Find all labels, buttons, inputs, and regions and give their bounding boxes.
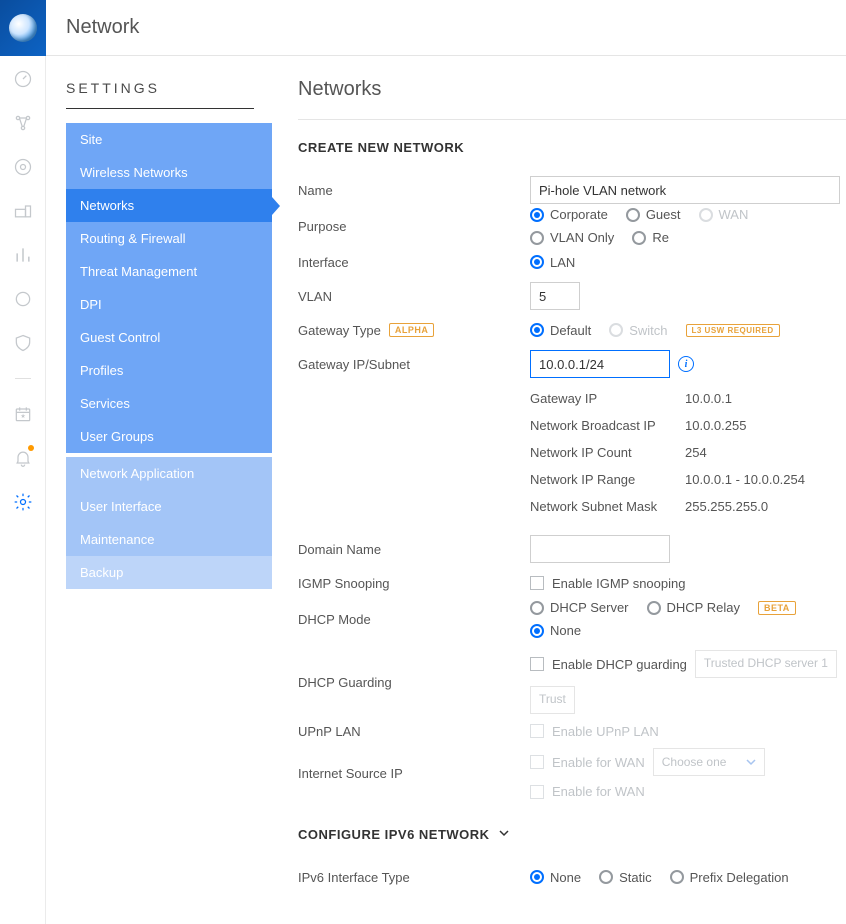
content-title: Networks (298, 78, 846, 120)
events-icon[interactable]: ★ (12, 403, 34, 425)
info-count-value: 254 (685, 445, 707, 460)
radio-purpose-corporate[interactable]: Corporate (530, 207, 608, 222)
checkbox-isrc-wan2: Enable for WAN (530, 784, 645, 799)
radio-dhcp-none[interactable]: None (530, 623, 581, 638)
chevron-down-icon (746, 757, 756, 767)
info-mask-value: 255.255.255.0 (685, 499, 768, 514)
radio-dhcp-server[interactable]: DHCP Server (530, 600, 629, 615)
sidebar-item-ui[interactable]: User Interface (66, 490, 272, 523)
label-domain: Domain Name (298, 542, 530, 557)
label-ipv6-type: IPv6 Interface Type (298, 870, 530, 885)
radio-purpose-wan: WAN (699, 207, 749, 222)
devices-icon[interactable] (12, 156, 34, 178)
checkbox-igmp[interactable]: Enable IGMP snooping (530, 576, 685, 591)
chevron-down-icon (498, 827, 510, 842)
settings-icon[interactable] (12, 491, 34, 513)
settings-heading: SETTINGS (66, 80, 254, 109)
radio-ipv6-prefix[interactable]: Prefix Delegation (670, 870, 789, 885)
info-gwip-value: 10.0.0.1 (685, 391, 732, 406)
radio-purpose-guest[interactable]: Guest (626, 207, 681, 222)
dashboard-icon[interactable] (12, 68, 34, 90)
sidebar-item-site[interactable]: Site (66, 123, 272, 156)
checkbox-dhcp-guarding[interactable]: Enable DHCP guarding (530, 657, 687, 672)
label-internet-source: Internet Source IP (298, 766, 530, 781)
sidebar-item-profiles[interactable]: Profiles (66, 354, 272, 387)
info-mask-label: Network Subnet Mask (530, 499, 685, 514)
radio-interface-lan[interactable]: LAN (530, 255, 575, 270)
section-ipv6[interactable]: CONFIGURE IPV6 NETWORK (298, 827, 846, 842)
sidebar-item-threat[interactable]: Threat Management (66, 255, 272, 288)
info-icon[interactable]: i (678, 356, 694, 372)
info-broadcast-label: Network Broadcast IP (530, 418, 685, 433)
info-count-label: Network IP Count (530, 445, 685, 460)
rail-separator (15, 378, 31, 379)
sidebar-item-backup[interactable]: Backup (66, 556, 272, 589)
sidebar-item-guest[interactable]: Guest Control (66, 321, 272, 354)
gateway-subnet-input[interactable] (530, 350, 670, 378)
label-dhcp-guarding: DHCP Guarding (298, 675, 530, 690)
logo-icon (9, 14, 37, 42)
label-dhcp-mode: DHCP Mode (298, 612, 530, 627)
label-purpose: Purpose (298, 219, 530, 234)
icon-rail: ★ (0, 56, 46, 924)
security-icon[interactable] (12, 332, 34, 354)
label-name: Name (298, 183, 530, 198)
checkbox-upnp: Enable UPnP LAN (530, 724, 659, 739)
sidebar-item-routing[interactable]: Routing & Firewall (66, 222, 272, 255)
settings-sidebar: SETTINGS Site Wireless Networks Networks… (46, 56, 272, 924)
topology-icon[interactable] (12, 112, 34, 134)
isrc-select: Choose one (653, 748, 766, 776)
content-area: Networks CREATE NEW NETWORK Name Purpose… (272, 56, 846, 924)
radio-ipv6-static[interactable]: Static (599, 870, 652, 885)
section-create-network: CREATE NEW NETWORK (298, 140, 846, 155)
radio-gw-switch: Switch (609, 323, 667, 338)
trusted-dhcp-input-2: Trust (530, 686, 575, 714)
usw-required-tag: L3 USW REQUIRED (686, 324, 780, 337)
settings-nav: Site Wireless Networks Networks Routing … (66, 123, 272, 589)
checkbox-isrc-wan: Enable for WAN (530, 755, 645, 770)
alert-badge (28, 445, 34, 451)
label-gateway-subnet: Gateway IP/Subnet (298, 357, 530, 372)
app-logo[interactable] (0, 0, 46, 56)
radio-ipv6-none[interactable]: None (530, 870, 581, 885)
vlan-input[interactable] (530, 282, 580, 310)
radio-gw-default[interactable]: Default (530, 323, 591, 338)
info-gwip-label: Gateway IP (530, 391, 685, 406)
sidebar-item-usergroups[interactable]: User Groups (66, 420, 272, 453)
alerts-icon[interactable] (12, 447, 34, 469)
alpha-tag: ALPHA (389, 323, 435, 337)
label-gateway-type: Gateway TypeALPHA (298, 323, 530, 338)
subnet-info: Gateway IP10.0.0.1 Network Broadcast IP1… (530, 385, 846, 520)
sidebar-item-networks[interactable]: Networks (66, 189, 272, 222)
label-upnp: UPnP LAN (298, 724, 530, 739)
page-title: Network (66, 16, 139, 39)
radio-purpose-vlanonly[interactable]: VLAN Only (530, 230, 614, 245)
sidebar-item-netapp[interactable]: Network Application (66, 457, 272, 490)
sidebar-item-services[interactable]: Services (66, 387, 272, 420)
sidebar-item-dpi[interactable]: DPI (66, 288, 272, 321)
radio-purpose-remote[interactable]: Re (632, 230, 669, 245)
sidebar-item-maintenance[interactable]: Maintenance (66, 523, 272, 556)
name-input[interactable] (530, 176, 840, 204)
label-vlan: VLAN (298, 289, 530, 304)
info-range-label: Network IP Range (530, 472, 685, 487)
label-igmp: IGMP Snooping (298, 576, 530, 591)
domain-input[interactable] (530, 535, 670, 563)
trusted-dhcp-input: Trusted DHCP server 1 (695, 650, 837, 678)
clients-icon[interactable] (12, 200, 34, 222)
info-broadcast-value: 10.0.0.255 (685, 418, 746, 433)
stats-icon[interactable] (12, 244, 34, 266)
svg-text:★: ★ (20, 413, 25, 420)
beta-tag: BETA (758, 601, 796, 615)
sidebar-item-wireless[interactable]: Wireless Networks (66, 156, 272, 189)
radio-dhcp-relay[interactable]: DHCP Relay (647, 600, 740, 615)
insights-icon[interactable] (12, 288, 34, 310)
info-range-value: 10.0.0.1 - 10.0.0.254 (685, 472, 805, 487)
label-interface: Interface (298, 255, 530, 270)
